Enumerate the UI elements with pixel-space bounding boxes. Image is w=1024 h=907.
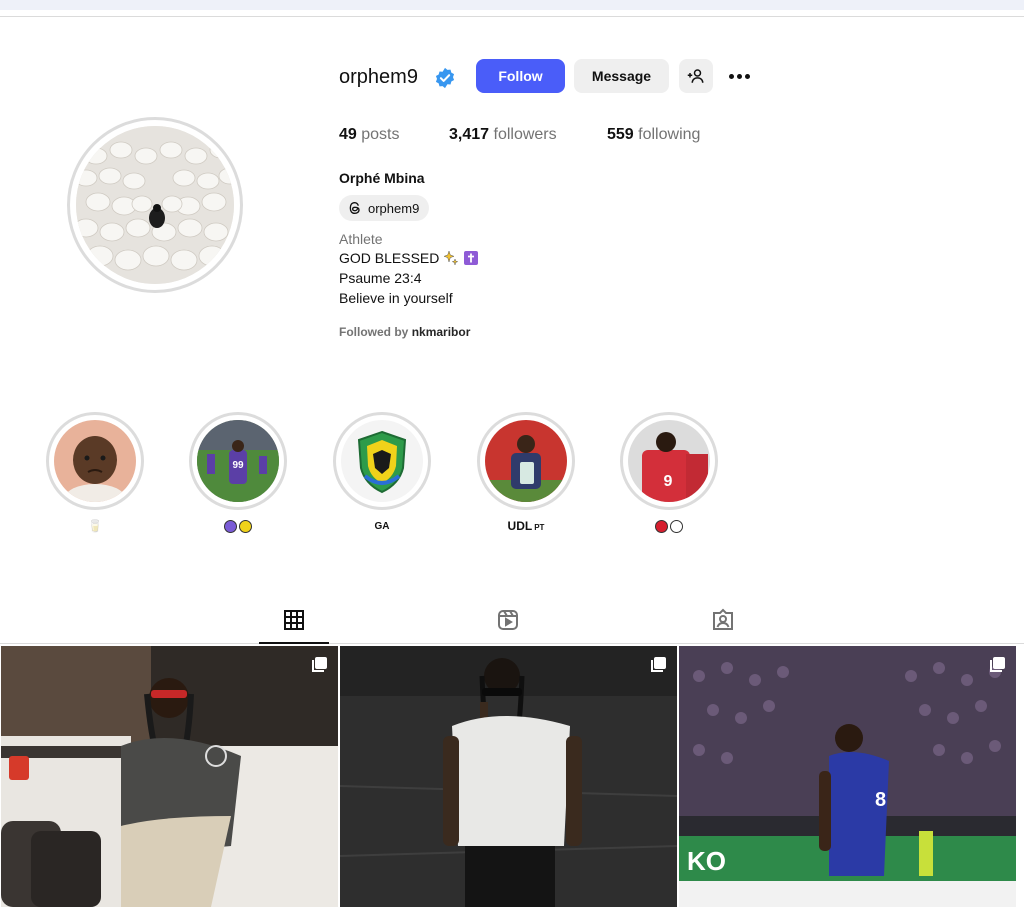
add-person-icon xyxy=(687,69,704,83)
highlight-label-text: UDL xyxy=(507,519,533,533)
header-divider xyxy=(0,16,1024,17)
highlight-item[interactable]: UDL PT xyxy=(477,412,575,534)
bio-line: Believe in yourself xyxy=(339,290,453,306)
grid-icon xyxy=(284,610,304,630)
threads-link[interactable]: orphem9 xyxy=(339,195,430,221)
svg-text:KO: KO xyxy=(687,846,726,876)
tagged-icon xyxy=(713,608,733,630)
yellow-circle-emoji-icon xyxy=(239,519,252,533)
red-circle-emoji-icon xyxy=(655,519,668,533)
bio-text: GOD BLESSED xyxy=(339,250,440,266)
following-label: following xyxy=(638,126,701,143)
post-thumbnail[interactable]: KO 8 xyxy=(679,646,1016,907)
highlight-label: 🥛 xyxy=(46,518,144,534)
followers-count: 3,417 xyxy=(449,126,490,143)
highlight-cover xyxy=(477,412,575,510)
threads-icon xyxy=(349,201,360,215)
message-button[interactable]: Message xyxy=(574,59,669,93)
white-circle-emoji-icon xyxy=(670,519,683,533)
highlight-cover: 9 xyxy=(620,412,718,510)
tab-tagged[interactable] xyxy=(708,605,738,635)
follow-button[interactable]: Follow xyxy=(476,59,565,93)
followed-by-user: nkmaribor xyxy=(411,325,471,339)
post-thumbnail[interactable] xyxy=(1,646,338,907)
profile-full-name: Orphé Mbina xyxy=(339,170,425,186)
highlight-label: UDL PT xyxy=(477,518,575,534)
highlight-item[interactable]: 9 xyxy=(620,412,718,534)
highlight-label-text: GA xyxy=(374,520,390,532)
dot-icon xyxy=(736,73,742,79)
browser-top-strip xyxy=(0,0,1024,10)
dot-icon xyxy=(744,73,750,79)
tab-reels[interactable] xyxy=(493,605,523,635)
highlight-label xyxy=(620,518,718,534)
profile-category: Athlete xyxy=(339,231,383,247)
cross-emoji-icon xyxy=(464,251,479,265)
sparkles-emoji-icon xyxy=(443,250,459,266)
active-tab-indicator xyxy=(259,642,329,644)
verified-badge-icon xyxy=(435,67,455,89)
multiple-photos-icon xyxy=(990,657,1005,672)
posts-label: posts xyxy=(361,126,400,143)
posts-stat: 49 posts xyxy=(339,126,400,144)
post-thumbnail[interactable] xyxy=(340,646,677,907)
highlight-cover xyxy=(333,412,431,510)
tabs-divider xyxy=(0,643,1024,644)
followed-by[interactable]: Followed by nkmaribor xyxy=(339,325,470,339)
profile-username: orphem9 xyxy=(339,66,418,88)
bio-line: GOD BLESSED xyxy=(339,250,479,266)
bio-line: Psaume 23:4 xyxy=(339,270,422,286)
profile-avatar[interactable] xyxy=(67,117,243,293)
highlight-item[interactable]: 🥛 xyxy=(46,412,144,534)
svg-text:8: 8 xyxy=(875,789,886,811)
following-count: 559 xyxy=(607,126,634,143)
svg-text:9: 9 xyxy=(664,473,673,490)
posts-count: 49 xyxy=(339,126,357,143)
more-options-button[interactable] xyxy=(724,66,754,86)
highlight-label-text: 🥛 xyxy=(87,519,103,533)
followers-label: followers xyxy=(493,126,557,143)
highlight-label xyxy=(189,518,287,534)
highlight-item[interactable]: 99 xyxy=(189,412,287,534)
highlight-cover: 99 xyxy=(189,412,287,510)
multiple-photos-icon xyxy=(651,657,666,672)
multiple-photos-icon xyxy=(312,657,327,672)
following-stat[interactable]: 559 following xyxy=(607,126,700,144)
svg-text:99: 99 xyxy=(232,460,244,471)
suggest-accounts-button[interactable] xyxy=(679,59,713,93)
highlight-label-suffix: PT xyxy=(534,522,545,532)
threads-handle: orphem9 xyxy=(368,200,420,216)
followed-by-prefix: Followed by xyxy=(339,325,409,339)
purple-circle-emoji-icon xyxy=(224,519,237,533)
dot-icon xyxy=(728,73,734,79)
highlight-label: GA xyxy=(333,518,431,534)
highlight-item[interactable]: GA xyxy=(333,412,431,534)
highlight-cover xyxy=(46,412,144,510)
followers-stat[interactable]: 3,417 followers xyxy=(449,126,557,144)
avatar-image xyxy=(76,126,234,284)
reels-icon xyxy=(498,610,518,630)
tab-posts[interactable] xyxy=(279,605,309,635)
